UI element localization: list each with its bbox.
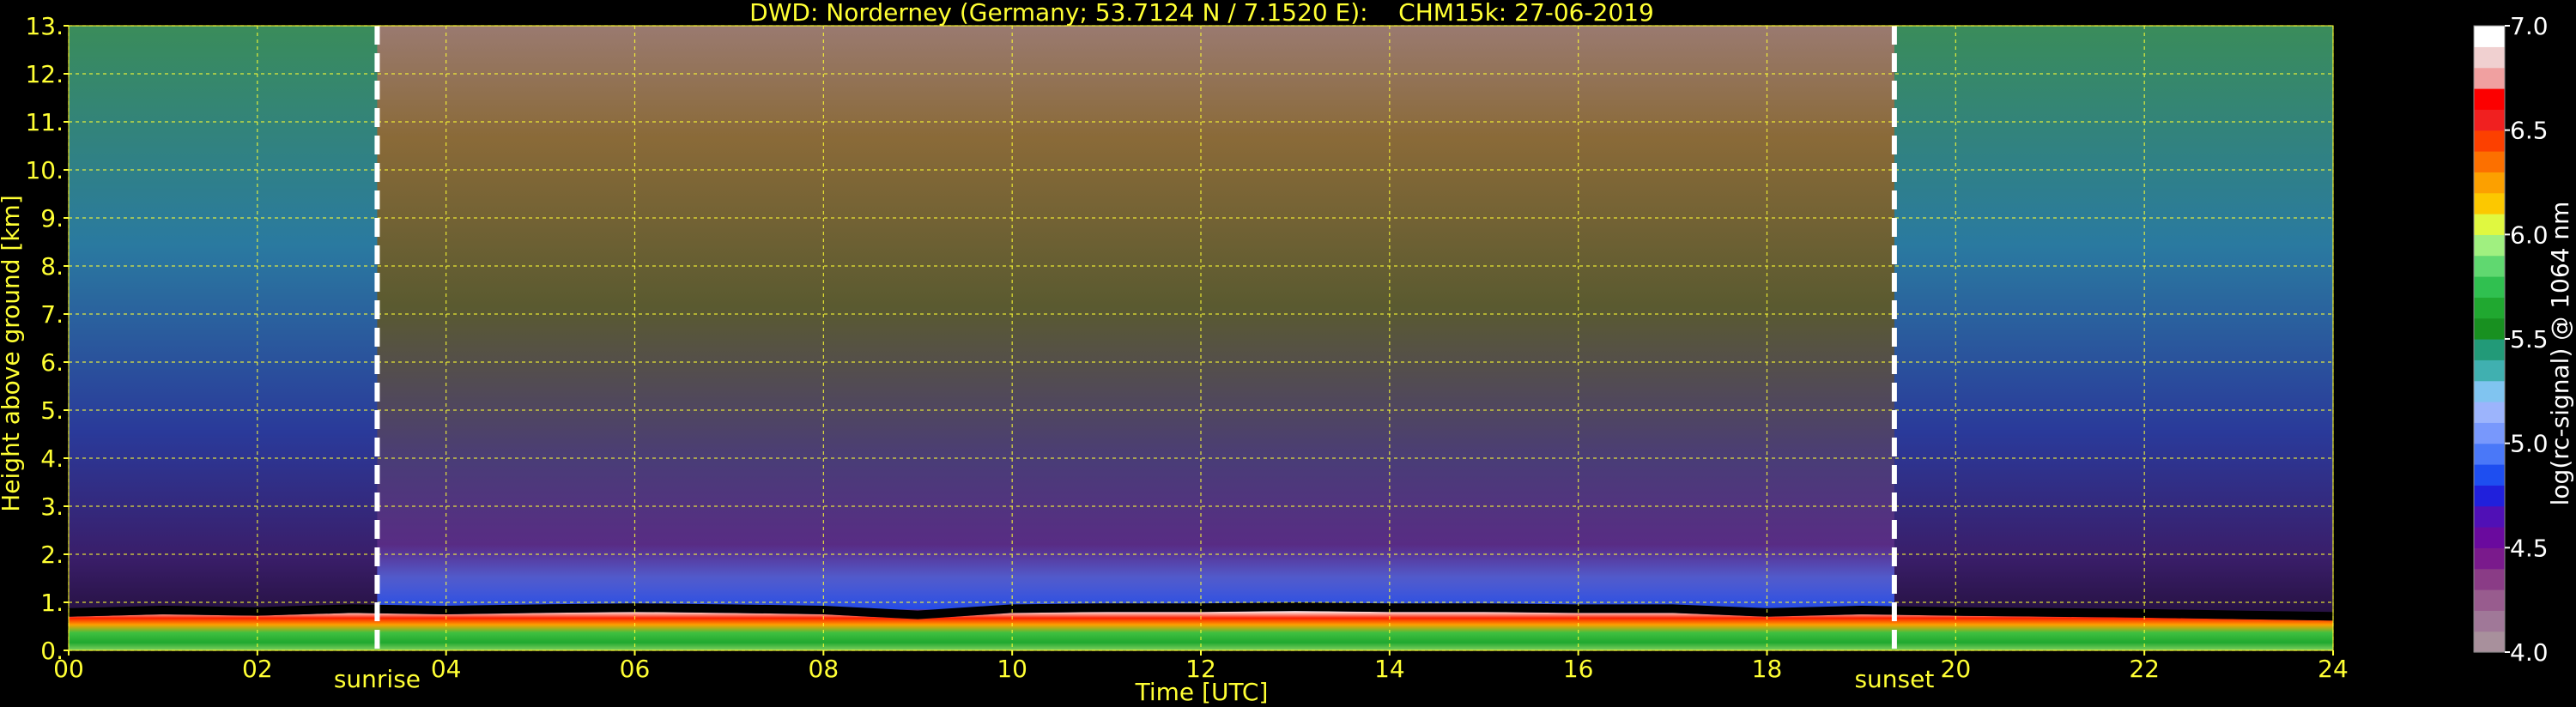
y-tick-label: 8. xyxy=(40,252,64,281)
colorbar-ticks: 4.0 4.5 5.0 5.5 6.0 6.5 7.0 xyxy=(2505,12,2549,667)
y-tick-label: 13. xyxy=(25,12,64,40)
colorbar-swatch xyxy=(2474,380,2505,402)
x-tick-label: 10 xyxy=(997,655,1027,683)
x-tick-label: 20 xyxy=(1941,655,1972,683)
colorbar-swatch xyxy=(2474,172,2505,194)
y-tick-label: 12. xyxy=(25,60,64,88)
colorbar-swatch xyxy=(2474,589,2505,611)
colorbar-swatch xyxy=(2474,46,2505,69)
colorbar-swatch xyxy=(2474,464,2505,486)
y-tick-label: 9. xyxy=(40,204,64,233)
colorbar-swatch xyxy=(2474,67,2505,89)
colorbar-tick-label: 7.0 xyxy=(2510,12,2549,40)
y-tick-label: 2. xyxy=(40,541,64,569)
colorbar-label: log(rc-signal) @ 1064 nm xyxy=(2546,202,2574,506)
x-tick-label: 08 xyxy=(809,655,839,683)
x-tick-label: 14 xyxy=(1374,655,1405,683)
colorbar-swatch xyxy=(2474,88,2505,110)
colorbar-swatch xyxy=(2474,631,2505,653)
colorbar-swatch xyxy=(2474,402,2505,423)
x-axis-label: Time [UTC] xyxy=(1135,678,1269,706)
x-tick-label: 24 xyxy=(2318,655,2349,683)
colorbar-swatch xyxy=(2474,339,2505,360)
y-tick-label: 7. xyxy=(40,300,64,329)
sunset-label: sunset xyxy=(1854,665,1934,693)
colorbar-tick-label: 6.0 xyxy=(2510,221,2549,249)
plot-area xyxy=(68,25,2334,651)
x-tick-label: 02 xyxy=(242,655,273,683)
colorbar-swatch xyxy=(2474,234,2505,257)
colorbar-swatch xyxy=(2474,568,2505,590)
y-axis-ticks: 0. 1. 2. 3. 4. 5. 6. 7. 8. 9. 10. 11. 12. 13. xyxy=(25,12,69,665)
y-axis-label: Height above ground [km] xyxy=(0,195,25,512)
y-tick-label: 10. xyxy=(25,156,64,184)
y-tick-label: 11. xyxy=(25,108,64,136)
colorbar-swatch xyxy=(2474,214,2505,235)
colorbar-swatch xyxy=(2474,255,2505,277)
annotations: sunrise sunset xyxy=(334,665,1935,693)
y-tick-label: 1. xyxy=(40,589,64,617)
colorbar-tick-label: 5.0 xyxy=(2510,430,2549,458)
x-tick-label: 06 xyxy=(620,655,651,683)
chart-title: DWD: Norderney (Germany; 53.7124 N / 7.1… xyxy=(749,0,1654,27)
colorbar-swatch xyxy=(2474,547,2505,570)
sunrise-label: sunrise xyxy=(334,665,421,693)
colorbar-tick-label: 4.5 xyxy=(2510,534,2549,562)
colorbar-swatch xyxy=(2474,443,2505,465)
colorbar-swatch xyxy=(2474,109,2505,131)
colorbar-swatch xyxy=(2474,610,2505,632)
colorbar-swatch xyxy=(2474,130,2505,152)
x-tick-label: 22 xyxy=(2129,655,2160,683)
night-region-left xyxy=(69,26,378,650)
x-tick-label: 18 xyxy=(1752,655,1783,683)
colorbar-swatch xyxy=(2474,505,2505,528)
x-tick-label: 04 xyxy=(431,655,462,683)
y-tick-label: 4. xyxy=(40,444,64,473)
colorbar-swatch xyxy=(2474,317,2505,340)
x-tick-label: 16 xyxy=(1563,655,1594,683)
colorbar-swatch xyxy=(2474,276,2505,298)
lidar-chart: 00 02 04 06 08 10 12 14 16 18 20 22 24 0.1.2.3.4.5.6… xyxy=(0,0,2574,706)
colorbar-swatch xyxy=(2474,192,2505,215)
colorbar-swatch xyxy=(2474,422,2505,444)
y-tick-label: 3. xyxy=(40,492,64,521)
night-region-right xyxy=(1894,26,2333,650)
colorbar-swatch xyxy=(2474,151,2505,172)
colorbar-tick-label: 4.0 xyxy=(2510,638,2549,667)
colorbar-tick-label: 5.5 xyxy=(2510,325,2549,354)
colorbar-swatch xyxy=(2474,360,2505,382)
y-tick-label: 5. xyxy=(40,396,64,425)
colorbar-tick-label: 6.5 xyxy=(2510,117,2549,145)
y-tick-label: 0. xyxy=(40,637,64,665)
colorbar xyxy=(2473,25,2506,653)
colorbar-swatch xyxy=(2474,527,2505,548)
y-tick-label: 6. xyxy=(40,348,64,377)
colorbar-swatch xyxy=(2474,26,2505,47)
colorbar-swatch xyxy=(2474,485,2505,507)
colorbar-swatch xyxy=(2474,297,2505,319)
